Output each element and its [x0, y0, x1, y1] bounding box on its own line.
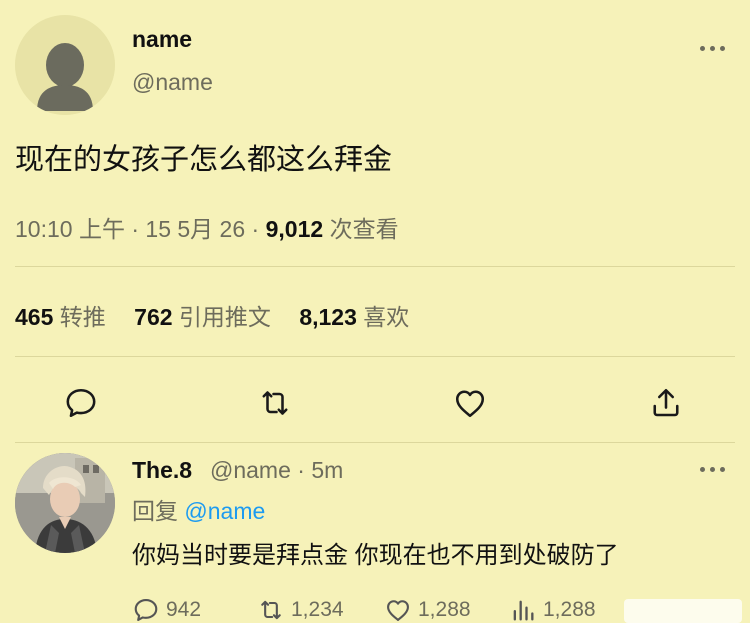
quotes-stat[interactable]: 762 引用推文 — [134, 304, 271, 330]
comment-icon — [66, 388, 96, 418]
reply-author-avatar[interactable] — [15, 453, 115, 553]
heart-icon — [387, 600, 409, 621]
tweet-date[interactable]: 15 5月 26 — [145, 216, 245, 242]
tweet-time[interactable]: 10:10 上午 — [15, 216, 125, 242]
quotes-count: 762 — [134, 304, 173, 330]
quotes-label: 引用推文 — [178, 304, 271, 330]
author-handle[interactable]: @name — [132, 69, 213, 96]
tweet-text: 现在的女孩子怎么都这么拜金 — [15, 144, 393, 176]
reply-to-label: 回复 — [132, 498, 178, 524]
more-options-button[interactable] — [697, 42, 727, 54]
retweets-label: 转推 — [59, 304, 106, 330]
share-icon — [653, 388, 679, 417]
retweet-icon — [261, 600, 281, 620]
reply-like-count: 1,288 — [418, 598, 471, 621]
likes-label: 喜欢 — [363, 304, 410, 330]
divider — [15, 266, 735, 267]
reply-handle-text: @name — [210, 457, 291, 483]
reply-views-button[interactable]: 1,288 — [509, 596, 596, 623]
engagement-stats: 465 转推 762 引用推文 8,123 喜欢 — [15, 298, 409, 332]
reply-retweet-button[interactable]: 1,234 — [257, 596, 344, 623]
comment-icon — [134, 599, 158, 621]
retweets-stat[interactable]: 465 转推 — [15, 304, 106, 330]
more-horizontal-icon — [699, 466, 705, 472]
meta-separator: · — [131, 216, 140, 242]
reply-like-button[interactable]: 1,288 — [384, 596, 471, 623]
reply-retweet-count: 1,234 — [291, 598, 344, 621]
author-avatar[interactable] — [15, 15, 115, 115]
reply-views-count: 1,288 — [543, 598, 596, 621]
reply-button[interactable] — [63, 385, 103, 425]
watermark-overlay — [624, 599, 742, 623]
divider — [15, 442, 735, 443]
author-name[interactable]: name — [132, 26, 192, 53]
like-button[interactable] — [452, 385, 492, 425]
retweet-icon — [262, 391, 288, 415]
reply-comment-count: 942 — [166, 598, 202, 621]
heart-icon — [455, 390, 485, 418]
default-avatar-icon — [15, 15, 115, 115]
likes-count: 8,123 — [299, 304, 357, 330]
views-chart-icon — [513, 600, 534, 621]
reply-text: 你妈当时要是拜点金 你现在也不用到处破防了 — [132, 542, 619, 569]
more-horizontal-icon — [699, 45, 705, 51]
reply-comment-button[interactable]: 942 — [132, 596, 201, 623]
reply-author-name[interactable]: The.8 — [132, 457, 192, 484]
likes-stat[interactable]: 8,123 喜欢 — [299, 304, 409, 330]
replying-to: 回复 @name — [132, 492, 265, 526]
share-button[interactable] — [648, 385, 688, 425]
tweet-meta: 10:10 上午 · 15 5月 26 · 9,012 次查看 — [15, 210, 399, 244]
profile-photo — [15, 453, 115, 553]
meta-separator: · — [251, 216, 260, 242]
retweet-button[interactable] — [257, 385, 297, 425]
reply-more-options-button[interactable] — [697, 463, 727, 475]
retweets-count: 465 — [15, 304, 54, 330]
reply-time: · 5m — [297, 457, 344, 483]
views-count: 9,012 — [265, 216, 324, 242]
tweet-detail-page: name @name 现在的女孩子怎么都这么拜金 10:10 上午 · 15 5… — [0, 0, 750, 623]
views-label: 次查看 — [329, 216, 399, 242]
divider — [15, 356, 735, 357]
reply-to-mention[interactable]: @name — [184, 498, 265, 524]
reply-author-handle[interactable]: @name · 5m — [210, 457, 343, 484]
